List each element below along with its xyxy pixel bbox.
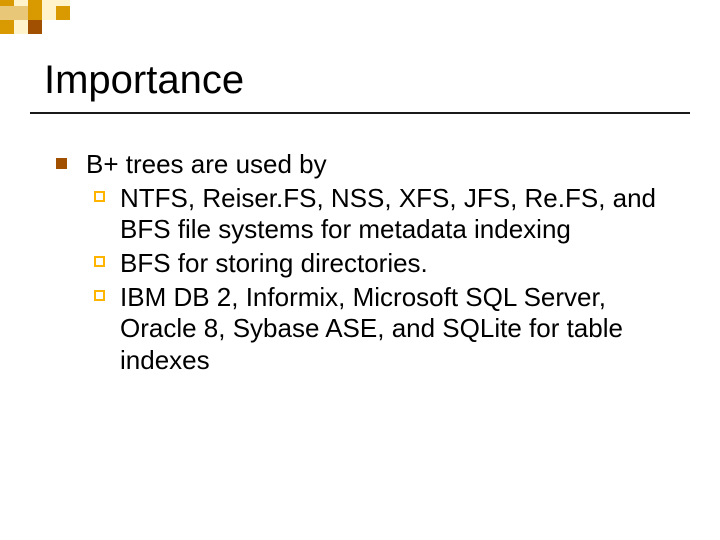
corner-decoration xyxy=(0,0,170,40)
sub-item-text: NTFS, Reiser.FS, NSS, XFS, JFS, Re.FS, a… xyxy=(120,183,656,245)
hollow-square-icon xyxy=(94,290,105,301)
sub-item-text: IBM DB 2, Informix, Microsoft SQL Server… xyxy=(120,282,623,375)
sub-item-text: BFS for storing directories. xyxy=(120,248,428,278)
title-underline xyxy=(30,112,690,114)
sub-item: NTFS, Reiser.FS, NSS, XFS, JFS, Re.FS, a… xyxy=(120,183,666,246)
hollow-square-icon xyxy=(94,191,105,202)
slide: Importance B+ trees are used by NTFS, Re… xyxy=(0,0,720,540)
slide-title: Importance xyxy=(44,58,244,103)
content-area: B+ trees are used by NTFS, Reiser.FS, NS… xyxy=(56,148,666,379)
bullet-text: B+ trees are used by xyxy=(86,149,327,179)
square-bullet-icon xyxy=(56,158,67,169)
sub-item: BFS for storing directories. xyxy=(120,248,666,280)
bullet-level1: B+ trees are used by NTFS, Reiser.FS, NS… xyxy=(56,148,666,377)
sub-item: IBM DB 2, Informix, Microsoft SQL Server… xyxy=(120,282,666,377)
sub-list: NTFS, Reiser.FS, NSS, XFS, JFS, Re.FS, a… xyxy=(86,183,666,377)
hollow-square-icon xyxy=(94,256,105,267)
